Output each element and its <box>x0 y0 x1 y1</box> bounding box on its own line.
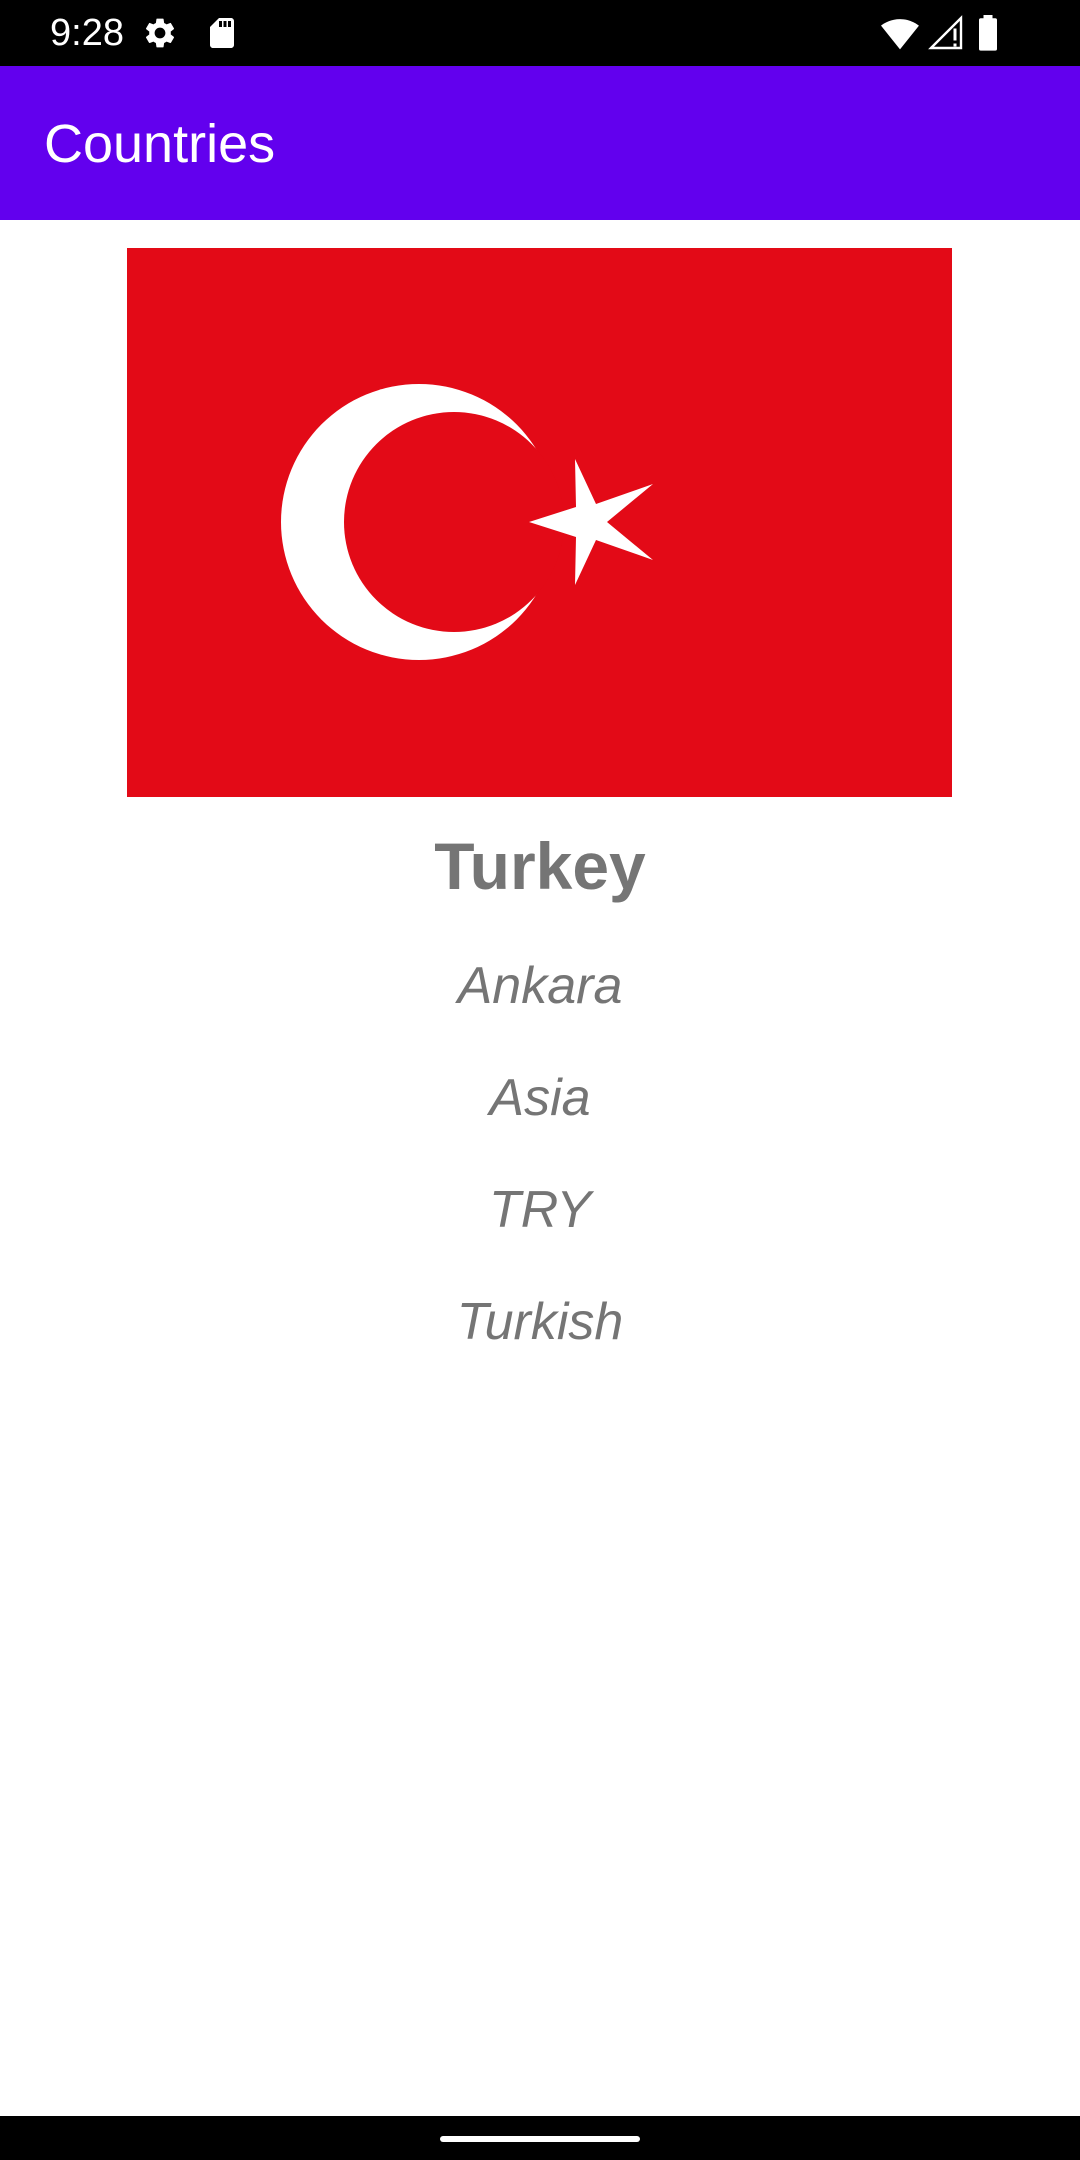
sd-card-icon <box>204 15 240 51</box>
home-gesture-handle[interactable] <box>440 2136 640 2142</box>
settings-icon <box>142 15 178 51</box>
country-name: Turkey <box>434 829 646 903</box>
country-region: Asia <box>489 1069 591 1127</box>
app-title: Countries <box>44 114 276 174</box>
country-language: Turkish <box>456 1293 624 1351</box>
signal-icon <box>928 15 964 51</box>
country-capital: Ankara <box>457 957 623 1015</box>
app-bar: Countries <box>0 66 1080 220</box>
battery-icon <box>976 15 1000 51</box>
wifi-icon <box>880 15 919 51</box>
turkey-flag-image <box>127 248 952 797</box>
country-currency: TRY <box>488 1181 592 1239</box>
status-bar: 9:28 <box>0 0 1080 66</box>
status-time: 9:28 <box>50 12 124 54</box>
